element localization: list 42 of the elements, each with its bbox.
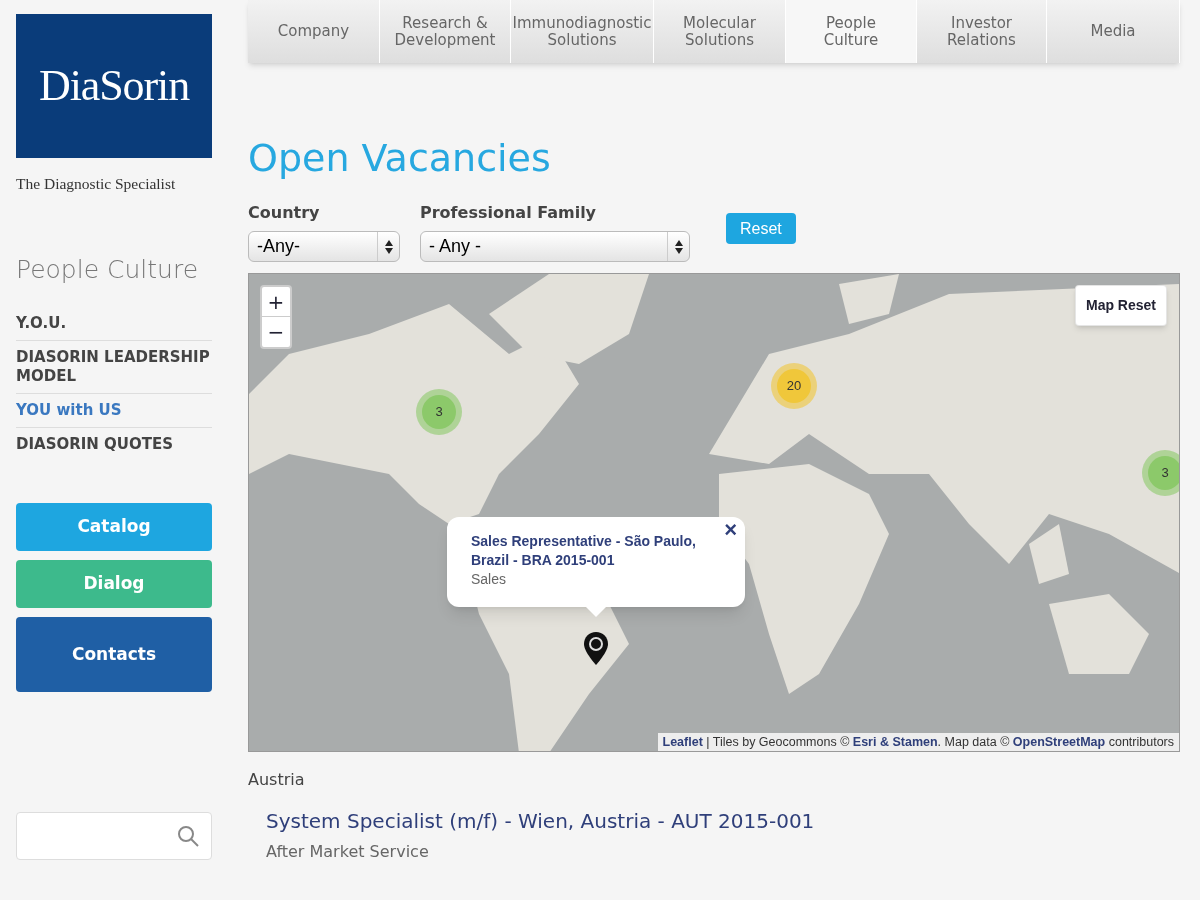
dropdown-arrows-icon (384, 239, 393, 254)
cluster-marker[interactable]: 20 (771, 363, 817, 409)
filter-dropdown[interactable]: -Any- (248, 231, 400, 262)
filter-dropdown[interactable]: - Any - (420, 231, 690, 262)
section-title: People Culture (16, 254, 199, 287)
zoom-in-button[interactable]: + (262, 287, 290, 317)
logo[interactable]: DiaSorin (16, 14, 212, 158)
map-reset-button[interactable]: Map Reset (1074, 285, 1167, 326)
attribution-link[interactable]: Leaflet (662, 735, 703, 749)
zoom-out-button[interactable]: − (262, 317, 290, 347)
logo-tagline: The Diagnostic Specialist (16, 174, 177, 194)
search-icon (177, 824, 199, 847)
dropdown-arrows-icon (674, 239, 683, 254)
attribution-link[interactable]: OpenStreetMap (1012, 735, 1106, 749)
filter-label: Professional Family (420, 202, 598, 224)
close-button[interactable]: × (724, 519, 737, 541)
sidebar-link[interactable]: DIASORIN QUOTES (16, 426, 212, 461)
cluster-marker[interactable]: 3 (1142, 450, 1179, 496)
attribution-link[interactable]: Esri & Stamen (852, 735, 938, 749)
nav-tab[interactable]: Immunodiagnostic Solutions (511, 0, 654, 63)
nav-tab[interactable]: Research & Development (380, 0, 511, 63)
map-pin-icon (584, 632, 608, 665)
logo-wordmark: DiaSorin (38, 60, 190, 112)
job-family: After Market Service (266, 841, 430, 863)
sidebar-link[interactable]: YOU with US (16, 392, 212, 427)
popup-subtitle: Sales (471, 570, 508, 589)
country-heading: Austria (248, 769, 306, 791)
job-link[interactable]: System Specialist (m/f) - Wien, Austria - AUT 2015-001 (266, 806, 1180, 836)
nav-tab[interactable]: Molecular Solutions (654, 0, 786, 63)
map-attribution: Leaflet | Tiles by Geocommons © Esri & Stamen. Map data © OpenStreetMap contributors (657, 733, 1179, 751)
sidebar-button[interactable]: Contacts (16, 616, 212, 692)
nav-tab[interactable]: Company (248, 0, 380, 63)
nav-tab[interactable]: Investor Relations (917, 0, 1047, 63)
popup-title[interactable]: Sales Representative - São Paulo, Brazil - BRA 2015-001 (471, 532, 721, 570)
filter-label: Country (248, 202, 321, 224)
sidebar-link[interactable]: Y.O.U. (16, 306, 212, 340)
cluster-marker[interactable]: 3 (416, 389, 462, 435)
page-title: Open Vacancies (248, 139, 552, 177)
search-field[interactable] (16, 811, 212, 860)
nav-tab[interactable]: Media (1047, 0, 1180, 63)
sidebar-link[interactable]: DIASORIN LEADERSHIP MODEL (16, 339, 212, 393)
nav-tab[interactable]: People Culture (786, 0, 917, 63)
